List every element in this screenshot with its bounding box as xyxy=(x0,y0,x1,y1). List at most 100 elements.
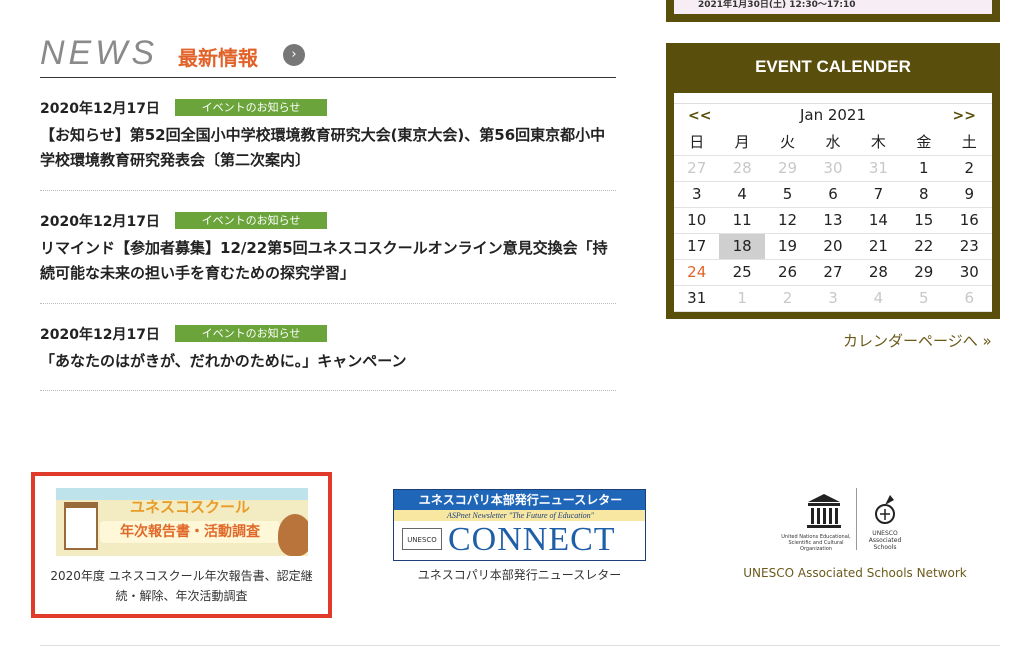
calendar-day[interactable]: 21 xyxy=(855,233,902,260)
calendar-page-link[interactable]: カレンダーページへ » xyxy=(843,330,992,351)
news-title-link[interactable]: 「あなたのはがきが、だれかのために。」キャンペーン xyxy=(40,349,616,374)
connect-newsletter-caption[interactable]: ユネスコパリ本部発行ニュースレター xyxy=(393,566,646,583)
event-calendar: EVENT CALENDER Jan 2021 << >> 日月火水木金土 27 2… xyxy=(666,43,1000,319)
calendar-day[interactable]: 5 xyxy=(901,285,947,312)
news-category-badge[interactable]: イベントのお知らせ xyxy=(175,99,328,116)
calendar-day[interactable]: 30 xyxy=(946,259,992,286)
news-more-icon[interactable]: › xyxy=(283,44,305,66)
calendar-week-row: 31 1 2 3 4 5 6 xyxy=(674,285,992,312)
calendar-day[interactable]: 7 xyxy=(855,181,902,208)
connect-newsletter-banner[interactable]: ユネスコパリ本部発行ニュースレター ASPnet Newsletter "The… xyxy=(393,489,646,561)
news-title-link[interactable]: 【お知らせ】第52回全国小中学校環境教育研究大会(東京大会)、第56回東京都小中… xyxy=(40,123,616,173)
news-heading-ja: 最新情報 xyxy=(178,46,258,70)
calendar-day[interactable]: 2 xyxy=(764,285,811,312)
calendar-day[interactable]: 22 xyxy=(901,233,947,260)
calendar-day[interactable]: 15 xyxy=(901,207,947,234)
news-heading-en: NEWS xyxy=(40,34,158,72)
calendar-day[interactable]: 6 xyxy=(946,285,992,312)
connect-banner-subheading: ASPnet Newsletter "The Future of Educati… xyxy=(394,510,645,521)
calendar-body: Jan 2021 << >> 日月火水木金土 27 28 29 30 31 1 2 3 4 5 6 7 8… xyxy=(674,93,992,312)
annual-report-image[interactable]: ユネスコスクール 年次報告書・活動調査 xyxy=(56,488,308,556)
calendar-weekday: 火 xyxy=(764,129,811,156)
calendar-day[interactable]: 5 xyxy=(764,181,811,208)
calendar-weekday: 月 xyxy=(719,129,765,156)
calendar-weekday: 水 xyxy=(810,129,856,156)
unesco-org-text: United Nations Educational, Scientific a… xyxy=(781,534,851,552)
calendar-week-row: 17 18 19 20 21 22 23 xyxy=(674,233,992,260)
calendar-day[interactable]: 29 xyxy=(764,155,811,182)
calendar-day[interactable]: 27 xyxy=(810,259,856,286)
calendar-day[interactable]: 28 xyxy=(719,155,765,182)
calendar-weekday: 土 xyxy=(946,129,992,156)
calendar-day[interactable]: 31 xyxy=(855,155,902,182)
aspnet-link-caption[interactable]: UNESCO Associated Schools Network xyxy=(735,566,975,580)
calendar-day[interactable]: 13 xyxy=(810,207,856,234)
calendar-day[interactable]: 19 xyxy=(764,233,811,260)
calendar-day[interactable]: 24 xyxy=(674,259,720,286)
calendar-day[interactable]: 4 xyxy=(855,285,902,312)
calendar-nav: Jan 2021 << >> xyxy=(674,103,992,129)
calendar-weekday: 木 xyxy=(855,129,902,156)
calendar-day[interactable]: 10 xyxy=(674,207,720,234)
calendar-day[interactable]: 30 xyxy=(810,155,856,182)
clipboard-icon xyxy=(64,502,98,550)
unesco-temple-icon xyxy=(807,494,841,528)
news-date: 2020年12月17日 xyxy=(40,100,160,117)
calendar-week-row: 24 25 26 27 28 29 30 xyxy=(674,259,992,286)
event-banner-text: 2021年1月30日(土) 12:30〜17:10 xyxy=(674,0,992,14)
connect-wordmark: CONNECT xyxy=(448,521,616,558)
calendar-day[interactable]: 20 xyxy=(810,233,856,260)
news-title-link[interactable]: リマインド【参加者募集】12/22第5回ユネスコスクールオンライン意見交換会「持… xyxy=(40,236,616,286)
calendar-day[interactable]: 3 xyxy=(674,181,720,208)
news-category-badge[interactable]: イベントのお知らせ xyxy=(175,325,328,342)
calendar-day[interactable]: 31 xyxy=(674,285,720,312)
girl-illustration-icon xyxy=(278,514,308,556)
news-meta: 2020年12月17日 イベントのお知らせ xyxy=(40,323,328,343)
calendar-day[interactable]: 9 xyxy=(946,181,992,208)
annual-report-caption[interactable]: 2020年度 ユネスコスクール年次報告書、認定継続・解除、年次活動調査 xyxy=(43,566,320,606)
aspnet-logo-banner[interactable]: United Nations Educational, Scientific a… xyxy=(776,486,936,556)
calendar-day[interactable]: 27 xyxy=(674,155,720,182)
calendar-day[interactable]: 26 xyxy=(764,259,811,286)
calendar-day[interactable]: 2 xyxy=(946,155,992,182)
calendar-week-row: 3456789 xyxy=(674,181,992,208)
calendar-day[interactable]: 16 xyxy=(946,207,992,234)
calendar-day[interactable]: 11 xyxy=(719,207,765,234)
news-item[interactable]: 2020年12月17日 イベントのお知らせ 【お知らせ】第52回全国小中学校環境… xyxy=(40,97,616,191)
calendar-prev-button[interactable]: << xyxy=(688,108,711,124)
logo-divider xyxy=(856,488,857,550)
calendar-day[interactable]: 28 xyxy=(855,259,902,286)
calendar-day[interactable]: 18 xyxy=(719,233,765,260)
calendar-grid: 日月火水木金土 27 28 29 30 31 1 2 3 4 5 6 7 8 9 10 11 12 13 14 15 16… xyxy=(674,129,992,312)
calendar-month: Jan 2021 xyxy=(799,106,867,124)
aspnet-leaf-icon xyxy=(875,495,895,524)
calendar-day[interactable]: 8 xyxy=(901,181,947,208)
event-banner-partial[interactable]: 2021年1月30日(土) 12:30〜17:10 xyxy=(666,0,1000,22)
annual-report-banner[interactable]: ユネスコスクール 年次報告書・活動調査 2020年度 ユネスコスクール年次報告書… xyxy=(31,472,332,618)
calendar-week-row: 27 28 29 30 31 1 2 xyxy=(674,155,992,182)
calendar-day[interactable]: 14 xyxy=(855,207,902,234)
news-header: NEWS 最新情報 › xyxy=(40,34,616,78)
aspnet-org-text: UNESCO Associated Schools xyxy=(868,530,902,551)
news-item[interactable]: 2020年12月17日 イベントのお知らせ 「あなたのはがきが、だれかのために。… xyxy=(40,323,616,391)
unesco-logo-icon: UNESCO xyxy=(402,528,442,550)
news-meta: 2020年12月17日 イベントのお知らせ xyxy=(40,97,328,117)
calendar-day[interactable]: 1 xyxy=(901,155,947,182)
calendar-day[interactable]: 23 xyxy=(946,233,992,260)
footer-divider xyxy=(40,645,1000,646)
news-date: 2020年12月17日 xyxy=(40,213,160,230)
calendar-day[interactable]: 1 xyxy=(719,285,765,312)
calendar-day[interactable]: 25 xyxy=(719,259,765,286)
calendar-week-row: 10 11 12 13 14 15 16 xyxy=(674,207,992,234)
report-image-subtitle: 年次報告書・活動調査 xyxy=(100,521,280,543)
calendar-day[interactable]: 29 xyxy=(901,259,947,286)
calendar-day[interactable]: 17 xyxy=(674,233,720,260)
news-date: 2020年12月17日 xyxy=(40,326,160,343)
calendar-day[interactable]: 3 xyxy=(810,285,856,312)
calendar-next-button[interactable]: >> xyxy=(953,108,976,124)
calendar-day[interactable]: 4 xyxy=(719,181,765,208)
calendar-day[interactable]: 12 xyxy=(764,207,811,234)
news-item[interactable]: 2020年12月17日 イベントのお知らせ リマインド【参加者募集】12/22第… xyxy=(40,210,616,304)
news-category-badge[interactable]: イベントのお知らせ xyxy=(175,212,328,229)
calendar-day[interactable]: 6 xyxy=(810,181,856,208)
